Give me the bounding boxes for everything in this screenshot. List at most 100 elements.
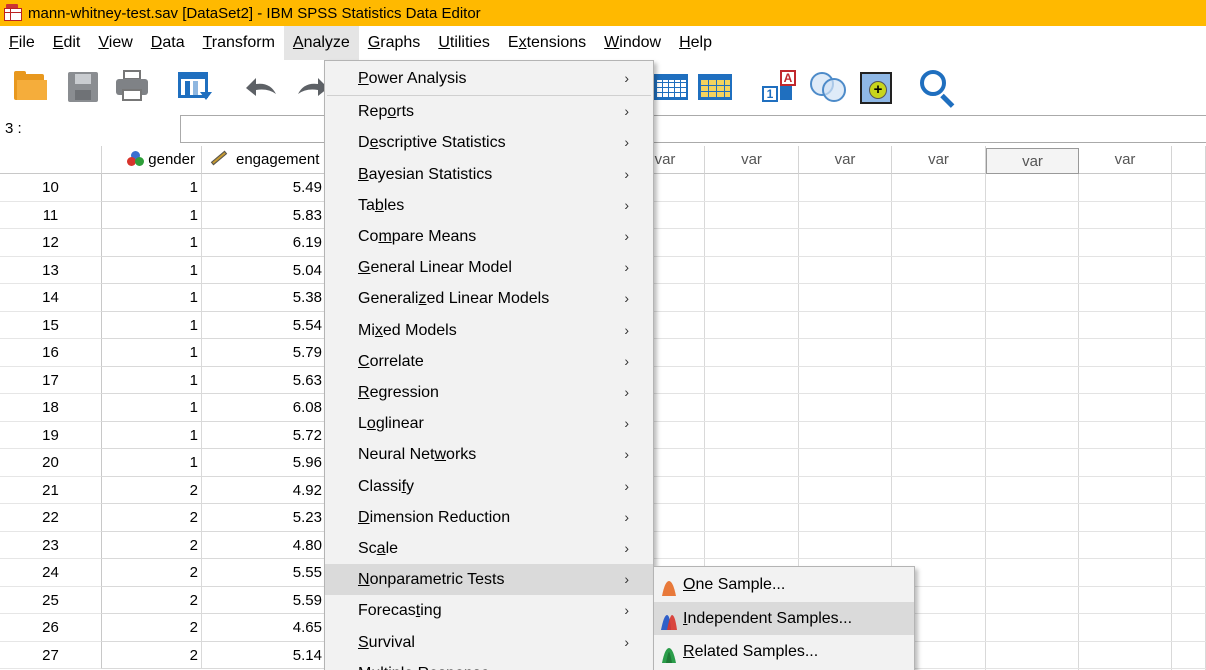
cell-engagement[interactable]: 5.38 [202, 284, 326, 312]
column-header-gender[interactable]: gender [102, 146, 202, 174]
cell-engagement[interactable]: 5.23 [202, 504, 326, 532]
column-header-var[interactable] [1172, 146, 1206, 174]
row-number[interactable]: 12 [0, 229, 102, 257]
menu-utilities[interactable]: Utilities [429, 26, 499, 60]
goto-variable-icon[interactable] [698, 68, 734, 104]
cell-engagement[interactable]: 6.19 [202, 229, 326, 257]
menu-item-power-analysis[interactable]: Power Analysis › [325, 63, 653, 94]
cell-engagement[interactable]: 5.59 [202, 586, 326, 614]
menu-item-independent-samples[interactable]: Independent Samples... [654, 601, 914, 635]
menu-help[interactable]: Help [670, 26, 721, 60]
menu-item-bayesian-statistics[interactable]: Bayesian Statistics › [325, 159, 653, 190]
menu-item-multiple-response[interactable]: Multiple Response› [325, 658, 653, 670]
spss-app-icon[interactable] [4, 4, 24, 22]
row-number[interactable]: 21 [0, 476, 102, 504]
row-number[interactable]: 24 [0, 559, 102, 587]
row-number[interactable]: 27 [0, 641, 102, 669]
row-number[interactable]: 22 [0, 504, 102, 532]
menu-item-survival[interactable]: Survival › [325, 627, 653, 658]
cell-engagement[interactable]: 6.08 [202, 394, 326, 422]
cell-gender[interactable]: 1 [102, 421, 202, 449]
menu-item-descriptive-statistics[interactable]: Descriptive Statistics › [325, 127, 653, 158]
menu-item-loglinear[interactable]: Loglinear › [325, 408, 653, 439]
cell-engagement[interactable]: 5.72 [202, 421, 326, 449]
find-icon[interactable] [918, 68, 955, 108]
menu-window[interactable]: Window [595, 26, 670, 60]
cell-engagement[interactable]: 5.79 [202, 339, 326, 367]
menu-item-scale[interactable]: Scale › [325, 533, 653, 564]
menu-item-related-samples[interactable]: Related Samples... [654, 635, 914, 668]
cell-gender[interactable]: 1 [102, 311, 202, 339]
menu-item-nonparametric-tests[interactable]: Nonparametric Tests › [325, 564, 653, 596]
menu-item-one-sample[interactable]: One Sample... [654, 568, 914, 601]
recall-dialog-icon[interactable] [178, 68, 214, 104]
column-header-engagement[interactable]: engagement [202, 146, 326, 174]
add-variable-icon[interactable]: + [858, 68, 894, 104]
menu-item-correlate[interactable]: Correlate › [325, 346, 653, 377]
menu-graphs[interactable]: Graphs [359, 26, 429, 60]
open-folder-icon[interactable] [12, 68, 48, 104]
cell-engagement[interactable]: 5.54 [202, 311, 326, 339]
cell-engagement[interactable]: 4.65 [202, 614, 326, 642]
row-number[interactable]: 19 [0, 421, 102, 449]
cell-gender[interactable]: 1 [102, 449, 202, 477]
row-number[interactable]: 13 [0, 256, 102, 284]
cell-gender[interactable]: 2 [102, 531, 202, 559]
cell-gender[interactable]: 2 [102, 641, 202, 669]
cell-gender[interactable]: 2 [102, 586, 202, 614]
print-icon[interactable] [115, 68, 151, 104]
goto-case-icon[interactable] [654, 68, 690, 104]
value-labels-icon[interactable]: A1 [760, 68, 796, 104]
cell-gender[interactable]: 2 [102, 504, 202, 532]
cell-gender[interactable]: 1 [102, 284, 202, 312]
menu-edit[interactable]: Edit [44, 26, 90, 60]
menu-item-dimension-reduction[interactable]: Dimension Reduction › [325, 502, 653, 533]
cell-engagement[interactable]: 4.80 [202, 531, 326, 559]
cell-engagement[interactable]: 4.92 [202, 476, 326, 504]
row-number[interactable]: 20 [0, 449, 102, 477]
menu-item-reports[interactable]: Reports › [325, 96, 653, 127]
menu-file[interactable]: File [0, 26, 44, 60]
menu-extensions[interactable]: Extensions [499, 26, 595, 60]
cell-engagement[interactable]: 5.14 [202, 641, 326, 669]
row-number[interactable]: 18 [0, 394, 102, 422]
column-header-var[interactable]: var [1079, 146, 1172, 174]
menu-transform[interactable]: Transform [194, 26, 284, 60]
menu-item-neural-networks[interactable]: Neural Networks › [325, 439, 653, 470]
row-number[interactable]: 23 [0, 531, 102, 559]
cell-engagement[interactable]: 5.04 [202, 256, 326, 284]
menu-item-mixed-models[interactable]: Mixed Models › [325, 315, 653, 346]
menu-item-classify[interactable]: Classify › [325, 471, 653, 502]
menu-item-forecasting[interactable]: Forecasting › [325, 595, 653, 626]
row-number[interactable]: 10 [0, 174, 102, 202]
row-number[interactable]: 16 [0, 339, 102, 367]
row-number[interactable]: 15 [0, 311, 102, 339]
redo-icon[interactable] [294, 68, 324, 104]
column-header-var[interactable]: var [799, 146, 892, 174]
cell-gender[interactable]: 1 [102, 339, 202, 367]
menu-item-general-linear-model[interactable]: General Linear Model › [325, 252, 653, 283]
column-header-var[interactable]: var [892, 146, 986, 174]
menu-analyze[interactable]: Analyze [283, 26, 359, 60]
cell-gender[interactable]: 2 [102, 614, 202, 642]
column-header-var[interactable]: var [986, 148, 1079, 174]
cell-gender[interactable]: 1 [102, 394, 202, 422]
column-header-var[interactable]: var [705, 146, 799, 174]
save-icon[interactable] [67, 68, 103, 104]
menu-item-tables[interactable]: Tables › [325, 190, 653, 221]
menu-data[interactable]: Data [142, 26, 194, 60]
cell-gender[interactable]: 1 [102, 256, 202, 284]
undo-icon[interactable] [240, 68, 276, 104]
use-variable-sets-icon[interactable] [808, 68, 846, 104]
cell-gender[interactable]: 2 [102, 559, 202, 587]
cell-gender[interactable]: 2 [102, 476, 202, 504]
row-number[interactable]: 26 [0, 614, 102, 642]
cell-engagement[interactable]: 5.55 [202, 559, 326, 587]
row-number[interactable]: 14 [0, 284, 102, 312]
cell-gender[interactable]: 1 [102, 229, 202, 257]
cell-engagement[interactable]: 5.63 [202, 366, 326, 394]
menu-item-generalized-linear-models[interactable]: Generalized Linear Models › [325, 283, 653, 314]
cell-engagement[interactable]: 5.83 [202, 201, 326, 229]
menu-item-regression[interactable]: Regression › [325, 377, 653, 408]
row-number[interactable]: 17 [0, 366, 102, 394]
